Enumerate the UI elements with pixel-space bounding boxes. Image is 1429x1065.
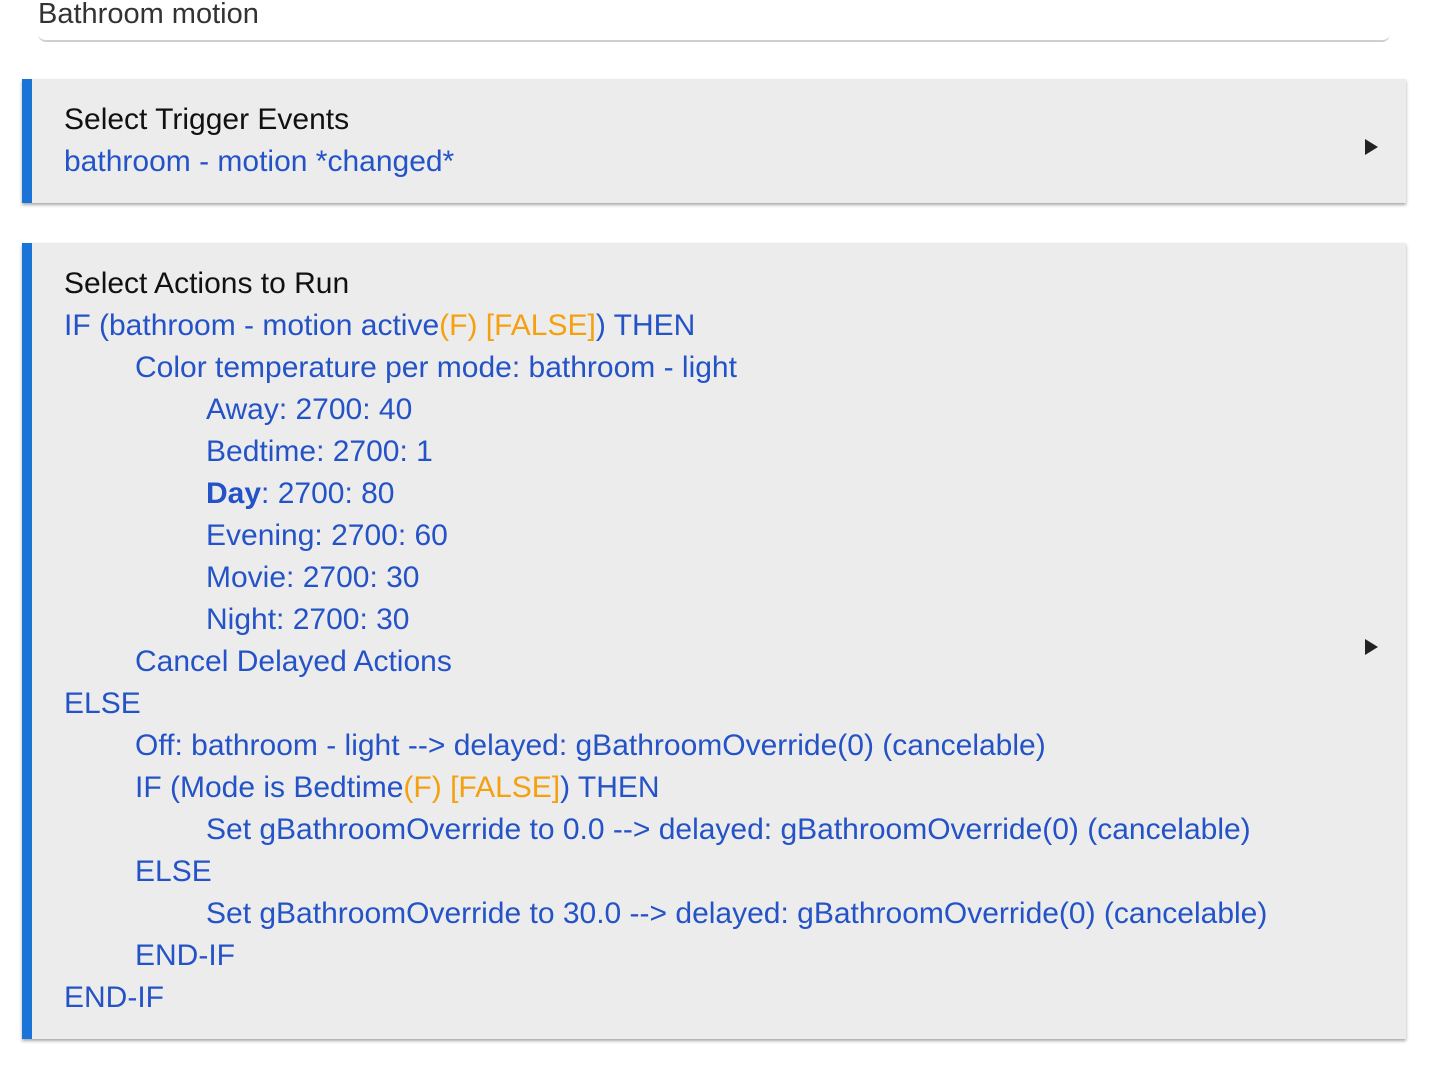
- trigger-summary: bathroom - motion *changed*: [64, 145, 455, 178]
- mode-name: Movie: [206, 561, 287, 594]
- color-temp-action: Color temperature per mode: bathroom - l…: [135, 351, 737, 384]
- off-action: Off: bathroom - light --> delayed: gBath…: [135, 729, 1046, 762]
- mode-row: Bedtime: 2700: 1: [64, 431, 1267, 473]
- mode-row: Movie: 2700: 30: [64, 557, 1267, 599]
- if-statement-line: IF (bathroom - motion active(F) [FALSE])…: [64, 305, 1267, 347]
- mode-name: Bedtime: [206, 435, 317, 468]
- mode-values: : 2700: 80: [261, 477, 395, 510]
- mode-values: : 2700: 30: [286, 561, 420, 594]
- set-variable-action: Set gBathroomOverride to 30.0 --> delaye…: [206, 897, 1268, 930]
- cancel-delayed-action: Cancel Delayed Actions: [135, 645, 452, 678]
- mode-values: : 2700: 1: [316, 435, 433, 468]
- if-condition-text: IF (bathroom - motion active: [64, 309, 440, 342]
- if-condition-text: IF (Mode is Bedtime: [135, 771, 404, 804]
- actions-summary: IF (bathroom - motion active(F) [FALSE])…: [64, 305, 1267, 1019]
- actions-panel-title: Select Actions to Run: [64, 267, 350, 300]
- rule-name-input[interactable]: [38, 0, 1390, 34]
- then-keyword: ) THEN: [595, 309, 696, 342]
- then-keyword: ) THEN: [560, 771, 660, 804]
- endif-keyword: END-IF: [64, 981, 164, 1014]
- mode-row: Night: 2700: 30: [64, 599, 1267, 641]
- mode-values: : 2700: 30: [276, 603, 410, 636]
- mode-row: Evening: 2700: 60: [64, 515, 1267, 557]
- trigger-panel-title: Select Trigger Events: [64, 103, 350, 136]
- else-keyword: ELSE: [135, 855, 212, 888]
- actions-panel[interactable]: Select Actions to Run IF (bathroom - mot…: [22, 243, 1406, 1039]
- mode-name: Evening: [206, 519, 315, 552]
- mode-values: : 2700: 40: [278, 393, 413, 426]
- nested-if-line: IF (Mode is Bedtime(F) [FALSE]) THEN: [64, 767, 1267, 809]
- condition-false-flag: (F) [FALSE]: [403, 771, 561, 804]
- mode-row: Day: 2700: 80: [64, 473, 1267, 515]
- current-mode-name: Day: [206, 477, 262, 510]
- endif-keyword: END-IF: [135, 939, 235, 972]
- mode-values: : 2700: 60: [314, 519, 448, 552]
- else-keyword: ELSE: [64, 687, 141, 720]
- rule-name-field[interactable]: [38, 0, 1390, 42]
- set-variable-action: Set gBathroomOverride to 0.0 --> delayed…: [206, 813, 1251, 846]
- expand-arrow-icon[interactable]: [1365, 139, 1378, 155]
- mode-name: Away: [206, 393, 279, 426]
- expand-arrow-icon[interactable]: [1365, 639, 1378, 655]
- mode-name: Night: [206, 603, 277, 636]
- mode-row: Away: 2700: 40: [64, 389, 1267, 431]
- condition-false-flag: (F) [FALSE]: [439, 309, 596, 342]
- trigger-events-panel[interactable]: Select Trigger Events bathroom - motion …: [22, 79, 1406, 203]
